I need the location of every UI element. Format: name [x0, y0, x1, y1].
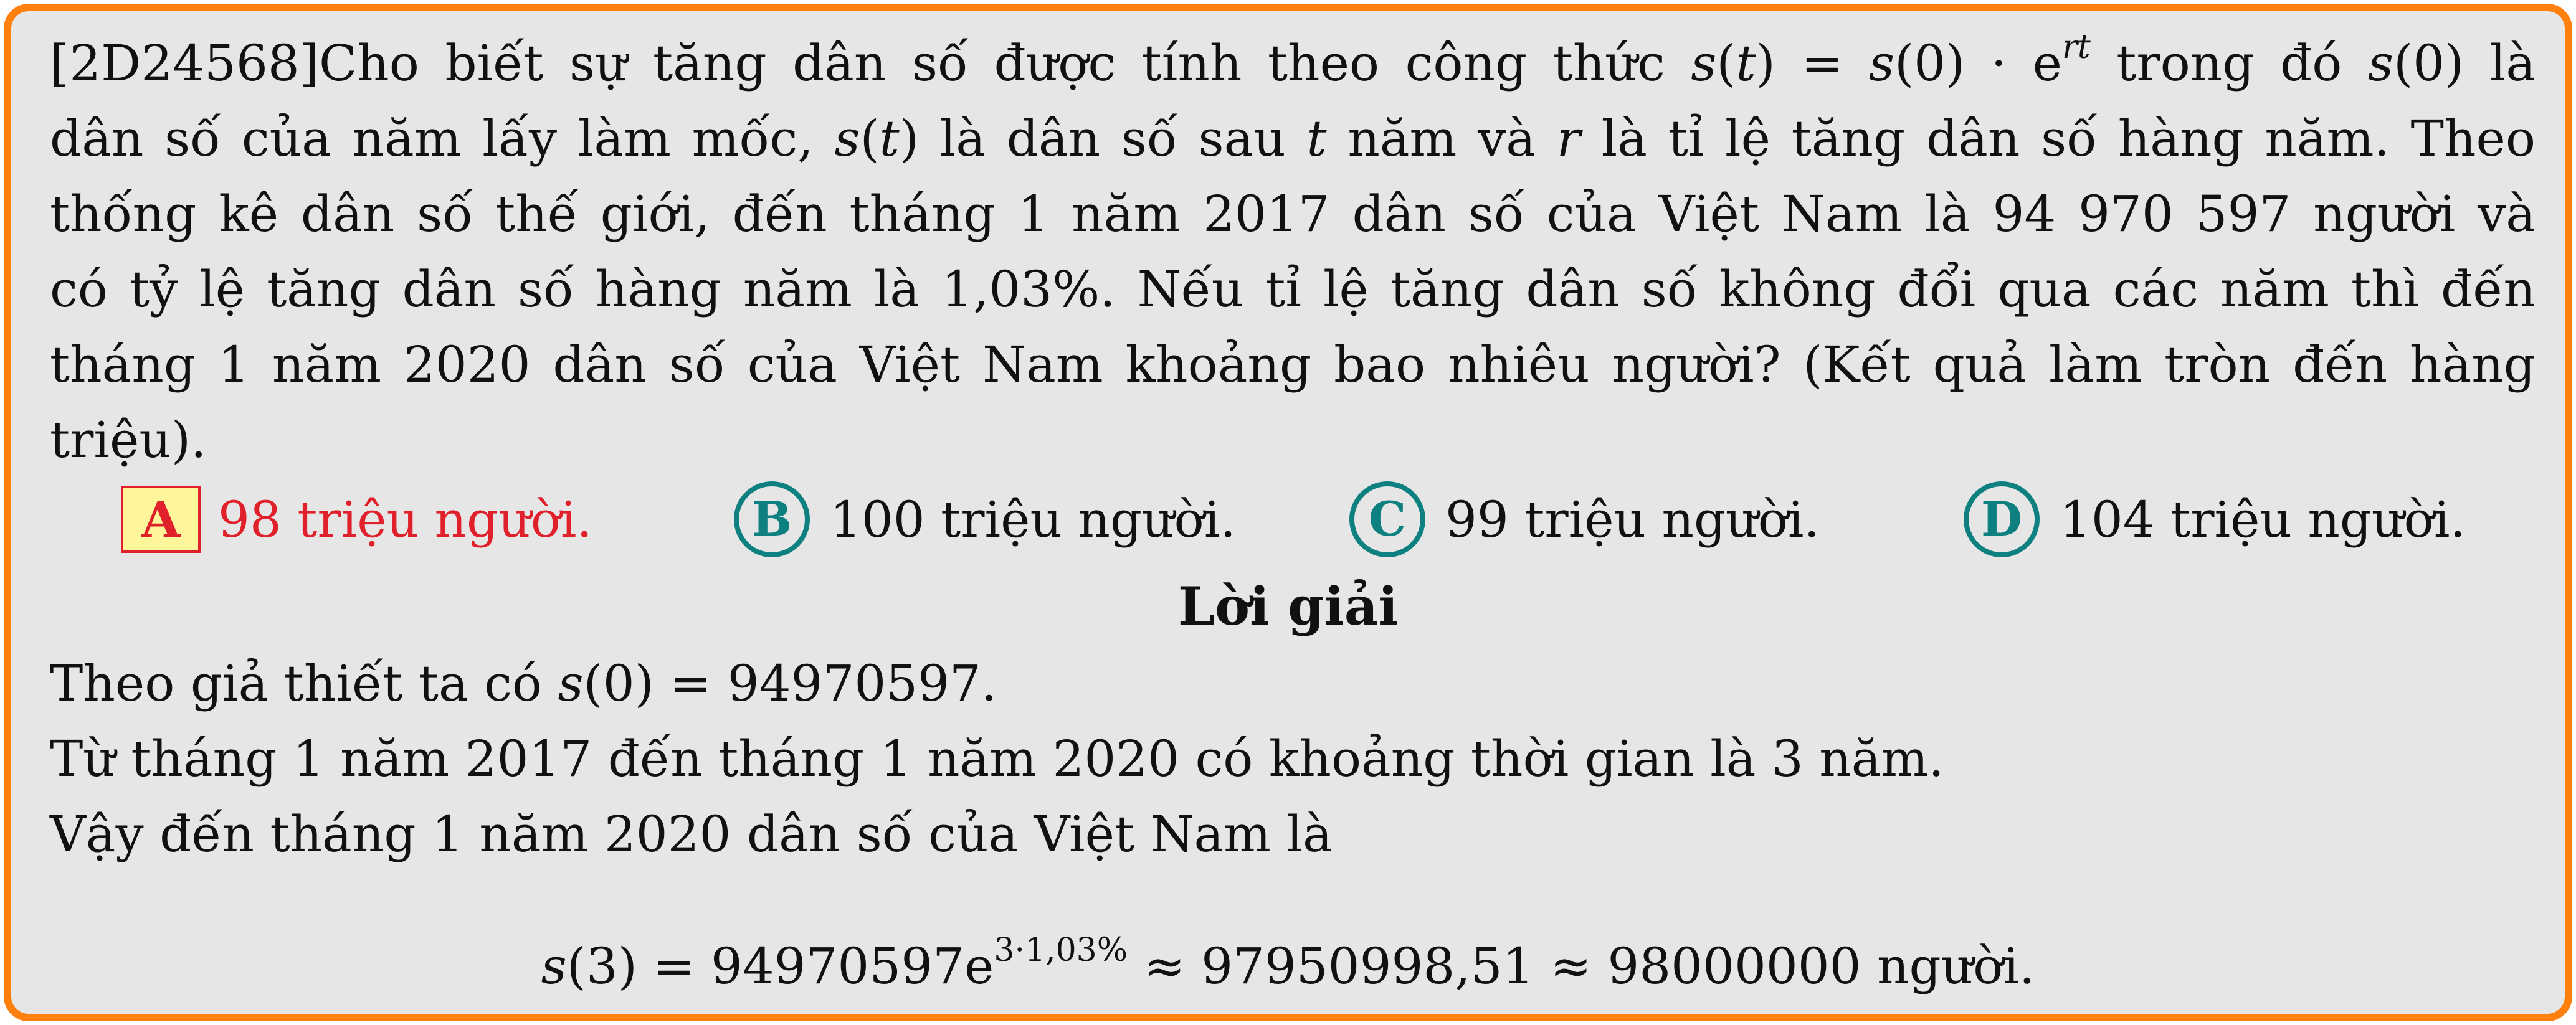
question-text-run: t: [879, 110, 900, 168]
question-line-5: tháng 1 năm 2020 dân số của Việt Nam kho…: [50, 335, 2536, 395]
question-line-2: dân số của năm lấy làm mốc, s(t) là dân …: [50, 109, 2536, 169]
option-d[interactable]: D 104 triệu người.: [1964, 481, 2466, 557]
question-text-run: s: [834, 110, 860, 168]
option-c-text: 99 triệu người.: [1445, 490, 1820, 549]
question-text-run: t: [1306, 110, 1327, 168]
option-d-badge: D: [1964, 481, 2040, 557]
question-text-run: ) là dân số sau: [899, 110, 1307, 168]
question-text-run: s: [1868, 34, 1894, 92]
question-text-run: t: [1736, 34, 1756, 92]
question-text-run: năm và: [1326, 110, 1557, 168]
question-text-run: triệu).: [50, 411, 207, 469]
formula-main: (3) = 94970597e: [566, 937, 994, 995]
solution-line-1: Theo giả thiết ta có s(0) = 94970597.: [50, 654, 997, 714]
question-text-run: rt: [2062, 29, 2091, 67]
question-text-run: dân số của năm lấy làm mốc,: [50, 110, 835, 168]
option-c-badge: C: [1349, 481, 1425, 557]
solution-line-2: Từ tháng 1 năm 2017 đến tháng 1 năm 2020…: [50, 730, 1944, 788]
solution-heading: Lời giải: [1177, 575, 1399, 637]
question-text-run: (0) là: [2393, 34, 2536, 92]
question-line-3: thống kê dân số thế giới, đến tháng 1 nă…: [50, 184, 2536, 244]
solution-formula: s(3) = 94970597e3·1,03% ≈ 97950998,51 ≈ …: [11, 932, 2565, 998]
option-b-badge: B: [734, 481, 810, 557]
question-text-run: (: [860, 110, 880, 168]
option-c[interactable]: C 99 triệu người.: [1349, 481, 1820, 557]
question-line-1: [2D24568]Cho biết sự tăng dân số được tí…: [50, 31, 2536, 93]
question-text-run: s: [1691, 34, 1717, 92]
option-b-text: 100 triệu người.: [830, 490, 1236, 549]
question-text-run: tháng 1 năm 2020 dân số của Việt Nam kho…: [50, 336, 2536, 394]
question-line-4: có tỷ lệ tăng dân số hàng năm là 1,03%. …: [50, 260, 2536, 319]
solution-line-1-prefix: Theo giả thiết ta có: [50, 654, 558, 712]
solution-line-3: Vậy đến tháng 1 năm 2020 dân số của Việt…: [50, 805, 1333, 863]
question-text-run: (0) · e: [1894, 34, 2062, 92]
option-d-text: 104 triệu người.: [2060, 490, 2466, 549]
question-text-run: (: [1716, 34, 1736, 92]
question-text-run: là tỉ lệ tăng dân số hàng năm. Theo: [1580, 110, 2536, 168]
option-a-text: 98 triệu người.: [218, 490, 592, 549]
solution-line-1-var: s: [558, 654, 584, 712]
option-b[interactable]: B 100 triệu người.: [734, 481, 1236, 557]
option-a-badge: A: [121, 486, 201, 553]
question-text-run: [2D24568]Cho biết sự tăng dân số được tí…: [50, 34, 1691, 92]
formula-var: s: [541, 937, 567, 995]
question-text-run: r: [1556, 110, 1580, 168]
question-text-run: s: [2367, 34, 2393, 92]
question-text-run: ) =: [1756, 34, 1869, 92]
question-card: [2D24568]Cho biết sự tăng dân số được tí…: [4, 4, 2572, 1021]
formula-rest: ≈ 97950998,51 ≈ 98000000 người.: [1128, 937, 2035, 995]
question-text-run: có tỷ lệ tăng dân số hàng năm là 1,03%. …: [50, 260, 2536, 318]
question-text-run: thống kê dân số thế giới, đến tháng 1 nă…: [50, 185, 2536, 243]
solution-line-1-rest: (0) = 94970597.: [583, 654, 997, 712]
question-text-run: trong đó: [2090, 34, 2368, 92]
question-line-6: triệu).: [50, 410, 206, 470]
option-a[interactable]: A 98 triệu người.: [121, 482, 592, 557]
formula-exponent: 3·1,03%: [994, 932, 1128, 970]
